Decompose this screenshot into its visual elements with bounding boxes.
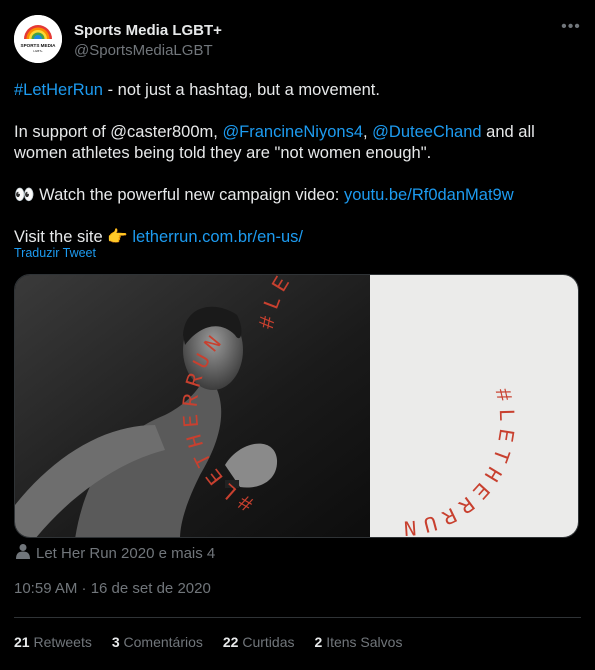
stat-label: Itens Salvos bbox=[326, 634, 403, 650]
tweet-line-5: Visit the site 👉 letherrun.com.br/en-us/ bbox=[14, 227, 584, 248]
stat-retweets[interactable]: 21 Retweets bbox=[14, 634, 92, 650]
tweet-line-1: #LetHerRun - not just a hashtag, but a m… bbox=[14, 80, 584, 101]
timestamp[interactable]: 10:59 AM · 16 de set de 2020 bbox=[14, 580, 211, 597]
stat-label: Comentários bbox=[123, 634, 203, 650]
hashtag-link[interactable]: #LetHerRun bbox=[14, 81, 103, 99]
stat-number: 22 bbox=[222, 634, 239, 650]
tweet-text-segment: - not just a hashtag, but a movement. bbox=[102, 81, 380, 99]
translate-link[interactable]: Traduzir Tweet bbox=[14, 246, 96, 260]
mention-link[interactable]: @DuteeChand bbox=[372, 123, 481, 141]
tweet-line-3: women athletes being told they are "not … bbox=[14, 144, 432, 162]
media-caption[interactable]: Let Her Run 2020 e mais 4 bbox=[16, 543, 215, 563]
stat-label: Retweets bbox=[33, 634, 92, 650]
tweet-text-segment: In support of @caster800m, bbox=[14, 123, 223, 141]
stat-label: Curtidas bbox=[242, 634, 295, 650]
mention-link[interactable]: @FrancineNiyons4 bbox=[222, 123, 363, 141]
author-handle[interactable]: @SportsMediaLGBT bbox=[74, 42, 213, 59]
divider bbox=[14, 617, 581, 618]
video-link[interactable]: youtu.be/Rf0danMat9w bbox=[344, 186, 514, 204]
media-caption-text: Let Her Run 2020 e mais 4 bbox=[36, 544, 216, 562]
tweet-line-2: In support of @caster800m, @FrancineNiyo… bbox=[14, 122, 584, 143]
tweet-text-segment: Visit the site 👉 bbox=[14, 228, 133, 246]
avatar-subtext: LGBT+ bbox=[33, 49, 43, 53]
stat-likes[interactable]: 22 Curtidas bbox=[223, 634, 295, 650]
stat-number: 3 bbox=[111, 634, 120, 650]
more-icon[interactable]: ••• bbox=[558, 18, 584, 38]
engagement-stats: 21 Retweets 3 Comentários 22 Curtidas 2 … bbox=[14, 634, 402, 650]
avatar-text: SPORTS MEDIA bbox=[21, 43, 57, 48]
stat-comments[interactable]: 3 Comentários bbox=[112, 634, 203, 650]
tweet-text-segment: , bbox=[363, 123, 373, 141]
tweet-text-segment: 👀 Watch the powerful new campaign video: bbox=[14, 186, 344, 204]
author-name[interactable]: Sports Media LGBT+ bbox=[74, 22, 222, 39]
tweet-line-4: 👀 Watch the powerful new campaign video:… bbox=[14, 185, 584, 206]
stat-number: 2 bbox=[314, 634, 323, 650]
tweet-text: #LetHerRun - not just a hashtag, but a m… bbox=[14, 80, 584, 248]
stat-bookmarks[interactable]: 2 Itens Salvos bbox=[315, 634, 403, 650]
site-link[interactable]: letherrun.com.br/en-us/ bbox=[132, 228, 303, 246]
media-image[interactable]: #LETHERRUN #LETHERRUN #LETHERRUN bbox=[14, 274, 579, 538]
stat-number: 21 bbox=[14, 634, 30, 650]
avatar[interactable]: SPORTS MEDIA LGBT+ bbox=[14, 15, 62, 63]
tweet: SPORTS MEDIA LGBT+ Sports Media LGBT+ @S… bbox=[0, 0, 595, 670]
person-icon bbox=[16, 543, 30, 563]
tweet-text-segment: and all bbox=[481, 123, 535, 141]
